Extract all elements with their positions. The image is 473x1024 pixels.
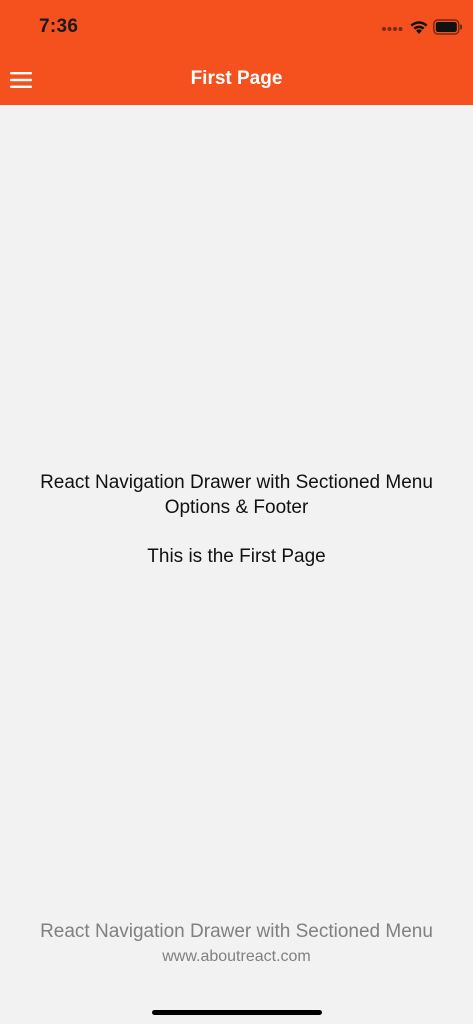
header: 7:36 First Page xyxy=(0,0,473,105)
wifi-icon xyxy=(410,21,428,34)
status-time: 7:36 xyxy=(39,16,79,37)
footer-title: React Navigation Drawer with Sectioned M… xyxy=(40,921,433,942)
signal-icon xyxy=(382,27,403,31)
battery-icon xyxy=(433,19,462,35)
footer: React Navigation Drawer with Sectioned M… xyxy=(0,920,473,968)
content-subtitle: This is the First Page xyxy=(147,546,326,567)
home-indicator[interactable] xyxy=(152,1010,322,1015)
nav-bar: First Page xyxy=(0,56,473,105)
footer-link[interactable]: www.aboutreact.com xyxy=(0,946,473,968)
app-screen: 7:36 First Page React Navigation Drawer … xyxy=(0,0,473,1024)
content-heading: React Navigation Drawer with Sectioned M… xyxy=(40,472,433,518)
status-bar: 7:36 xyxy=(0,0,473,56)
page-title: First Page xyxy=(190,68,283,89)
main-content: React Navigation Drawer with Sectioned M… xyxy=(0,470,473,569)
